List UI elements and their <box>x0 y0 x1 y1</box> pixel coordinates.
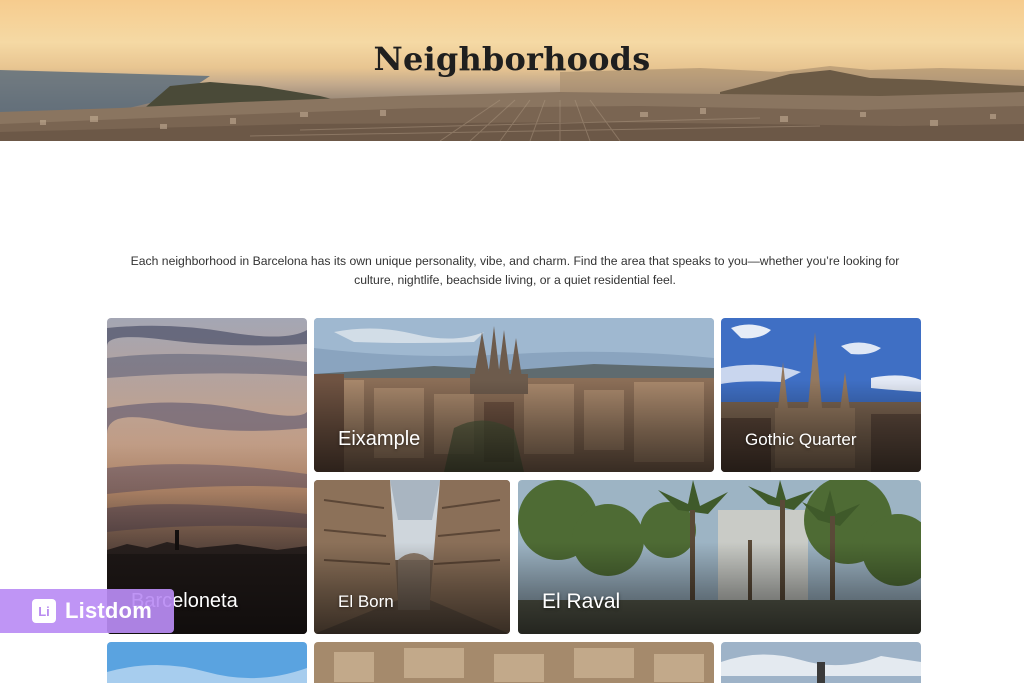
card-overlay <box>314 541 510 634</box>
intro-paragraph: Each neighborhood in Barcelona has its o… <box>130 254 900 287</box>
neighborhood-card-gothic-quarter[interactable]: Gothic Quarter <box>721 318 921 472</box>
card-overlay <box>518 541 921 634</box>
listdom-badge[interactable]: Li Listdom <box>0 589 174 633</box>
card-label: El Born <box>338 592 394 611</box>
card-image <box>107 642 307 683</box>
hero-banner: Neighborhoods <box>0 0 1024 141</box>
card-label: Eixample <box>338 428 421 450</box>
neighborhood-card-el-born[interactable]: El Born <box>314 480 510 634</box>
neighborhood-card-partial-3[interactable] <box>721 642 921 683</box>
listdom-badge-label: Listdom <box>65 598 152 623</box>
card-label: Gothic Quarter <box>745 430 857 449</box>
neighborhood-card-partial-2[interactable] <box>314 642 714 683</box>
card-overlay <box>721 379 921 472</box>
page-title: Neighborhoods <box>373 40 651 78</box>
card-label: El Raval <box>542 590 621 613</box>
card-image <box>314 642 714 683</box>
card-overlay <box>314 379 714 472</box>
neighborhood-card-eixample[interactable]: Eixample <box>314 318 714 472</box>
neighborhood-card-partial-1[interactable] <box>107 642 307 683</box>
card-image <box>721 642 921 683</box>
neighborhood-card-el-raval[interactable]: El Raval <box>518 480 921 634</box>
listdom-logo-icon: Li <box>32 599 56 623</box>
neighborhood-card-barceloneta[interactable]: Barceloneta <box>107 318 307 634</box>
